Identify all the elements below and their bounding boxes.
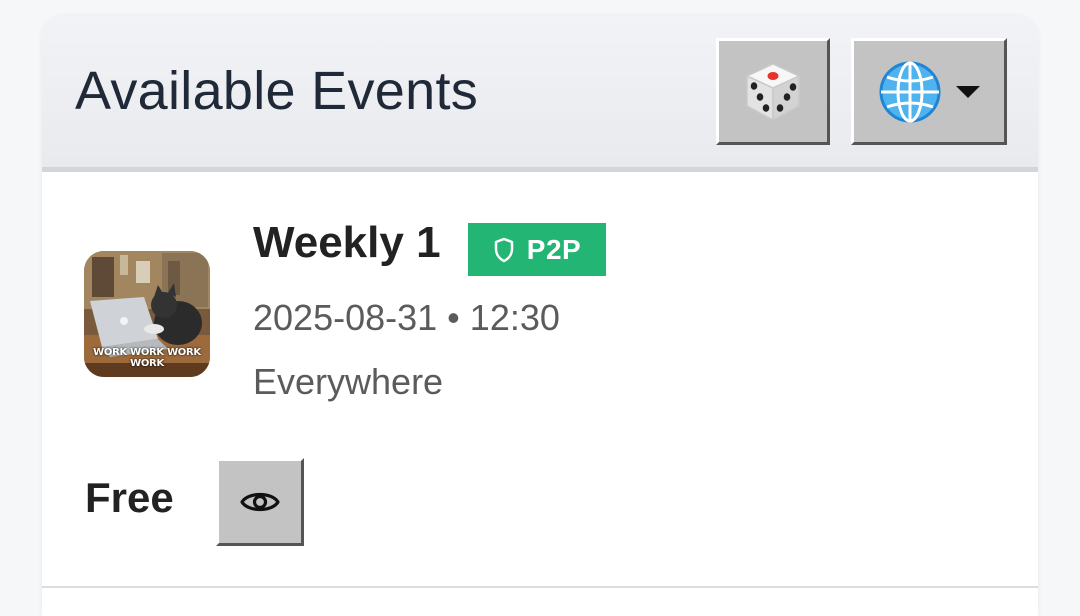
events-card: Available Events WORK WORK WORK WORK Wee… [42, 16, 1038, 616]
event-title: Weekly 1 [253, 218, 441, 267]
eye-icon [240, 492, 280, 512]
event-list-item[interactable]: WORK WORK WORK WORK Weekly 1 P2P 2025-08… [42, 172, 1038, 584]
shield-icon [494, 237, 514, 262]
event-price: Free [85, 474, 174, 521]
globe-icon [879, 61, 941, 122]
language-dropdown-button[interactable] [851, 38, 1007, 145]
page-title: Available Events [75, 61, 479, 121]
dice-icon [745, 62, 801, 121]
event-time: 12:30 [469, 297, 560, 338]
list-divider [42, 586, 1038, 588]
event-datetime: 2025-08-31 • 12:30 [253, 297, 560, 339]
random-dice-button[interactable] [716, 38, 830, 145]
badge-label: P2P [526, 233, 582, 265]
event-location: Everywhere [253, 361, 444, 402]
datetime-separator: • [447, 297, 460, 338]
event-thumbnail: WORK WORK WORK WORK [84, 251, 210, 377]
chevron-down-icon [956, 85, 980, 98]
event-date: 2025-08-31 [253, 297, 438, 338]
view-event-button[interactable] [216, 458, 304, 546]
card-header: Available Events [42, 16, 1038, 172]
thumbnail-caption: WORK WORK WORK WORK [93, 347, 201, 369]
p2p-badge: P2P [468, 223, 606, 276]
